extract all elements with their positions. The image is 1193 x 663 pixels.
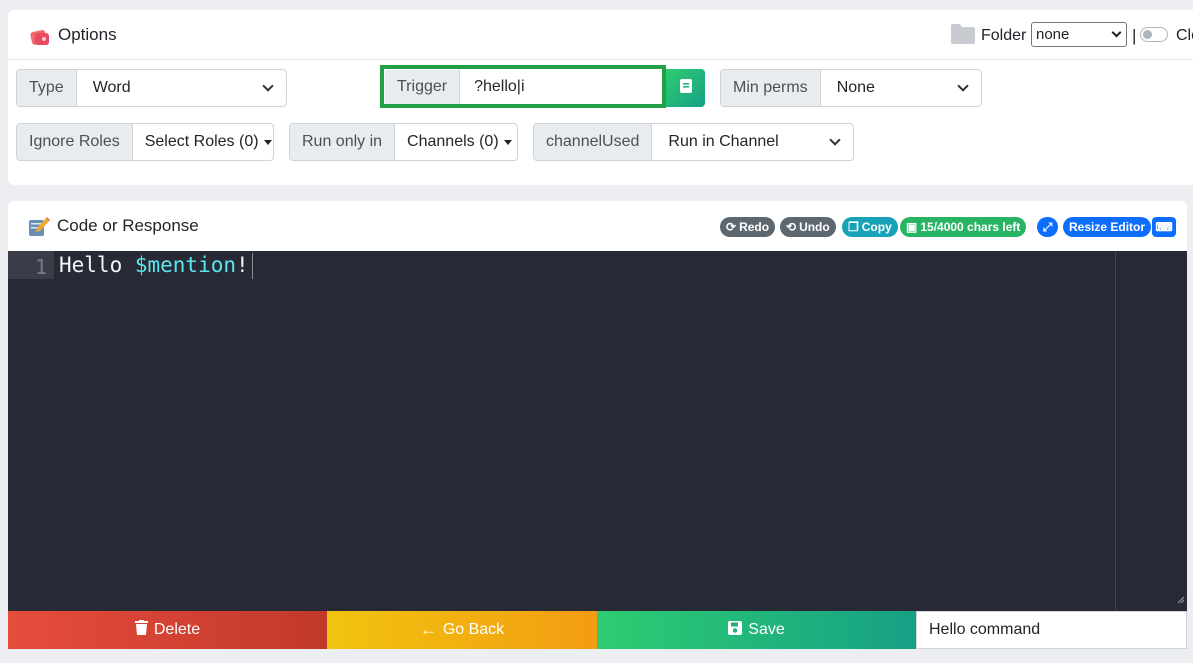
command-name-input[interactable]: Hello command — [916, 611, 1187, 649]
redo-icon: ⟳ — [726, 220, 737, 234]
undo-label: Undo — [799, 220, 830, 234]
caret-down-icon — [263, 139, 272, 145]
options-title: Options — [58, 25, 117, 44]
separator: | — [1132, 26, 1137, 45]
go-back-label: Go Back — [442, 621, 505, 638]
delete-button[interactable]: Delete — [8, 611, 327, 649]
min-perms-select[interactable]: None — [821, 70, 981, 106]
run-only-in-group: Run only in Channels (0) — [289, 123, 518, 161]
trigger-input-value: ?hello|i — [474, 78, 525, 95]
undo-button[interactable]: ⟲ Undo — [780, 217, 836, 237]
caret-down-icon — [503, 139, 512, 145]
options-header: Options Folder none | Clo — [8, 10, 1193, 60]
channel-used-select[interactable]: Run in Channel — [652, 124, 853, 160]
save-button[interactable]: Save — [597, 611, 916, 649]
arrow-left-icon: ← — [419, 620, 437, 639]
resize-editor-label: Resize Editor — [1069, 220, 1146, 234]
copy-button[interactable]: ❐ Copy — [842, 217, 898, 237]
min-perms-label: Min perms — [721, 70, 821, 106]
toggle-switch[interactable] — [1140, 27, 1168, 42]
code-panel: Code or Response ⟳ Redo ⟲ Undo ❐ Copy ▣ … — [8, 201, 1187, 251]
trigger-group: Trigger ?hello|i — [385, 70, 662, 104]
trigger-input[interactable]: ?hello|i — [460, 70, 662, 104]
code-variable: $mention — [134, 253, 237, 277]
copy-icon: ❐ — [848, 220, 859, 234]
type-select[interactable]: Word — [77, 70, 286, 106]
resize-editor-button[interactable]: Resize Editor — [1063, 217, 1152, 237]
floppy-icon — [728, 620, 743, 640]
chars-left-label: 15/4000 chars left — [920, 220, 1021, 234]
chars-left-badge: ▣ 15/4000 chars left — [900, 217, 1027, 237]
chevron-down-icon — [262, 80, 274, 92]
code-title: Code or Response — [57, 216, 199, 235]
code-line[interactable]: Hello $mention! — [59, 253, 253, 279]
command-name-value: Hello command — [929, 621, 1041, 638]
folder-icon — [950, 23, 976, 50]
redo-button[interactable]: ⟳ Redo — [720, 217, 776, 237]
channel-used-select-value: Run in Channel — [668, 133, 779, 150]
editor-scrollbar-divider — [1115, 251, 1116, 611]
copy-label: Copy — [861, 220, 892, 234]
folder-select-value: none — [1036, 26, 1070, 43]
text-cursor — [251, 253, 253, 279]
folder-select[interactable]: none — [1031, 22, 1127, 47]
redo-label: Redo — [739, 220, 770, 234]
type-group: Type Word — [16, 69, 287, 107]
delete-label: Delete — [153, 621, 201, 638]
options-logo-icon — [28, 25, 52, 54]
toggle-knob — [1143, 30, 1152, 39]
expand-icon: ⤢ — [1042, 219, 1053, 234]
trigger-label: Trigger — [385, 70, 461, 104]
save-label: Save — [748, 621, 785, 638]
toggle-label: Clo — [1176, 27, 1193, 44]
type-label: Type — [17, 70, 77, 106]
min-perms-select-value: None — [836, 79, 875, 96]
min-perms-group: Min perms None — [720, 69, 982, 107]
undo-icon: ⟲ — [786, 220, 797, 234]
ignore-roles-label: Ignore Roles — [17, 124, 133, 160]
type-select-value: Word — [92, 79, 131, 96]
channel-used-label: channelUsed — [534, 124, 653, 160]
channels-value: Channels (0) — [407, 133, 499, 150]
ignore-roles-value: Select Roles (0) — [144, 133, 259, 150]
chevron-down-icon — [1111, 27, 1122, 38]
chevron-down-icon — [829, 134, 841, 146]
line-number: 1 — [35, 255, 48, 279]
keyboard-icon: ⌨ — [1155, 220, 1173, 234]
counter-icon: ▣ — [906, 220, 918, 234]
channels-dropdown[interactable]: Channels (0) — [395, 124, 517, 160]
expand-button[interactable]: ⤢ — [1037, 217, 1058, 237]
trigger-help-button[interactable] — [666, 69, 705, 107]
code-text: Hello — [59, 253, 135, 277]
editor-gutter — [8, 251, 54, 279]
options-panel: Options Folder none | Clo Type Word Trig… — [8, 10, 1193, 185]
chevron-down-icon — [957, 80, 969, 92]
channel-used-group: channelUsed Run in Channel — [533, 123, 854, 161]
book-icon — [679, 78, 693, 99]
ignore-roles-dropdown[interactable]: Select Roles (0) — [133, 124, 273, 160]
go-back-button[interactable]: ← Go Back — [327, 611, 597, 649]
code-text-end: ! — [236, 253, 249, 277]
folder-label: Folder — [981, 27, 1027, 44]
ignore-roles-group: Ignore Roles Select Roles (0) — [16, 123, 274, 161]
keyboard-button[interactable]: ⌨ — [1152, 217, 1176, 237]
trash-icon — [134, 620, 148, 640]
pencil-icon — [27, 214, 51, 243]
code-editor[interactable]: 1 Hello $mention! — [8, 251, 1187, 611]
run-only-in-label: Run only in — [290, 124, 396, 160]
resize-handle-icon[interactable] — [1177, 591, 1185, 609]
